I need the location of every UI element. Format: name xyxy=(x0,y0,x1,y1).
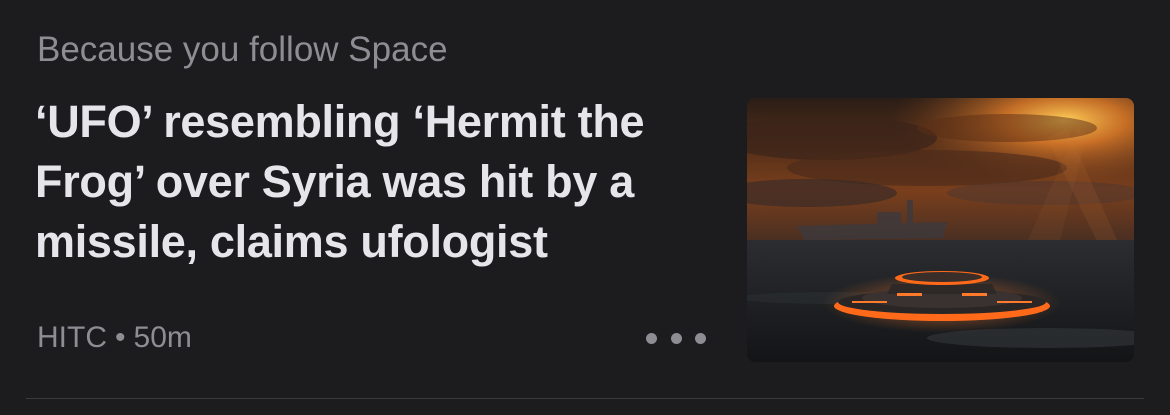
bottom-divider xyxy=(26,398,1144,399)
news-feed-card[interactable]: Because you follow Space ‘UFO’ resemblin… xyxy=(0,0,1170,415)
ellipsis-icon xyxy=(646,332,657,344)
article-meta: HITC • 50m xyxy=(37,318,192,358)
more-options-button[interactable] xyxy=(646,323,706,353)
ellipsis-dot xyxy=(670,332,682,344)
headline[interactable]: ‘UFO’ resembling ‘Hermit the Frog’ over … xyxy=(35,92,715,272)
meta-separator: • xyxy=(115,321,126,354)
context-label: Because you follow Space xyxy=(37,30,448,69)
source-name: HITC xyxy=(37,321,107,354)
ellipsis-dot xyxy=(695,332,706,344)
article-age: 50m xyxy=(133,321,192,354)
ufo-over-sea-image xyxy=(747,98,1134,362)
article-thumbnail[interactable] xyxy=(747,98,1134,362)
